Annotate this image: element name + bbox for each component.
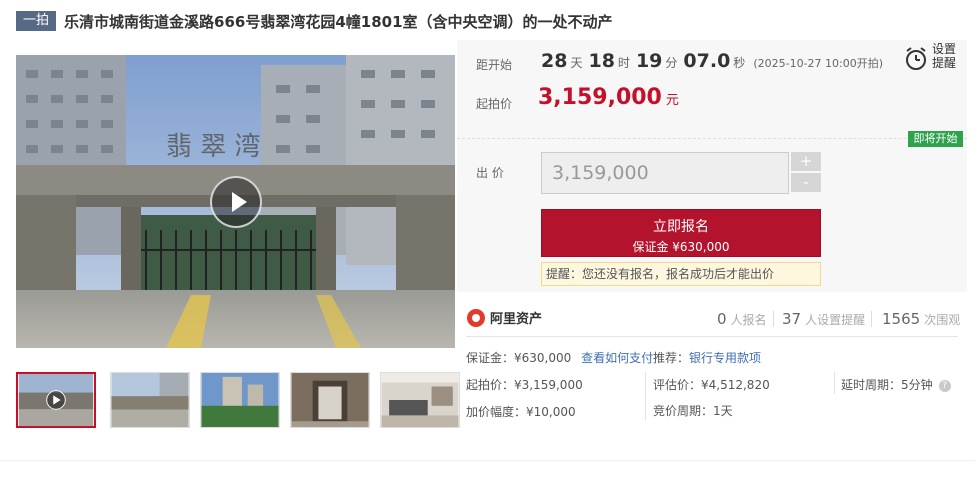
thumbnail-gate-image: [18, 374, 94, 426]
increment-info: 加价幅度：¥10,000: [466, 405, 576, 419]
page-title: 乐清市城南街道金溪路666号翡翠湾花园4幢1801室（含中央空调）的一处不动产: [64, 12, 613, 31]
registered-number: 0: [717, 310, 727, 328]
thumbnail-3[interactable]: [200, 372, 280, 428]
reminder-count: 37 人设置提醒: [782, 309, 865, 328]
set-reminder-label: 设置提醒: [932, 42, 957, 70]
stats-divider: [871, 311, 872, 327]
delay-period-info: 延时周期：5分钟?: [841, 376, 951, 393]
thumbnail-video[interactable]: [16, 372, 96, 428]
gate-sign-text: 翡 翠 湾: [166, 132, 261, 162]
bid-amount-input[interactable]: 3,159,000: [541, 152, 789, 194]
view-unit: 次围观: [924, 313, 961, 327]
countdown-timer: 28 天 18 时 19 分 07.0 秒 (2025-10-27 10:00开…: [541, 50, 883, 74]
recommend-info: 推荐：银行专用款项: [653, 349, 761, 366]
countdown-minutes-unit: 分: [665, 56, 678, 70]
view-number: 1565: [882, 310, 921, 328]
deposit-amount-label: 保证金 ¥630,000: [632, 240, 730, 254]
thumbnail-garden-image: [201, 373, 279, 427]
start-price-value: 3,159,000: [538, 85, 662, 110]
platform-logo: 阿里资产: [467, 308, 542, 327]
stats-divider: [773, 311, 774, 327]
details-divider: [645, 372, 646, 420]
start-price-info: 起拍价：¥3,159,000: [466, 378, 583, 392]
thumbnail-4[interactable]: [290, 372, 370, 428]
recommend-label: 推荐：: [653, 351, 690, 365]
bottom-divider: [0, 460, 975, 461]
countdown-hours: 18: [588, 50, 615, 72]
thumbnail-strip: [16, 372, 460, 428]
thumbnail-living-room-image: [381, 373, 459, 427]
how-to-pay-link[interactable]: 查看如何支付: [581, 351, 653, 365]
countdown-seconds-unit: 秒: [733, 56, 746, 70]
bid-cycle-info: 竞价周期：1天: [653, 404, 733, 418]
bank-account-link[interactable]: 银行专用款项: [689, 351, 761, 365]
increase-bid-button[interactable]: +: [791, 152, 821, 171]
deposit-text: 保证金：¥630,000: [466, 351, 572, 365]
view-count: 1565 次围观: [882, 309, 960, 328]
start-price-unit: 元: [665, 93, 679, 108]
status-badge: 即将开始: [908, 131, 963, 147]
countdown-seconds: 07.0: [683, 50, 731, 72]
stats-row: 阿里资产 0 人报名 37 人设置提醒 1565 次围观: [457, 303, 967, 333]
deposit-info: 保证金：¥630,000 查看如何支付: [466, 349, 653, 366]
thumbnail-2[interactable]: [110, 372, 190, 428]
registered-unit: 人报名: [730, 313, 767, 327]
countdown-hours-unit: 时: [617, 56, 630, 70]
stats-divider-line: [466, 336, 958, 337]
thumbnail-lobby-image: [291, 373, 369, 427]
title-row: 一拍 乐清市城南街道金溪路666号翡翠湾花园4幢1801室（含中央空调）的一处不…: [16, 10, 613, 32]
register-now-button[interactable]: 立即报名 保证金 ¥630,000: [541, 209, 821, 257]
auction-panel: 距开始 28 天 18 时 19 分 07.0 秒 (2025-10-27 10…: [457, 40, 967, 292]
countdown-minutes: 19: [635, 50, 663, 72]
details-divider: [834, 372, 835, 394]
main-property-image[interactable]: 翡 翠 湾: [16, 55, 455, 348]
registration-tip: 提醒：您还没有报名，报名成功后才能出价: [541, 262, 821, 286]
registered-count: 0 人报名: [717, 309, 767, 328]
countdown-days-unit: 天: [570, 56, 583, 70]
countdown-label: 距开始: [476, 58, 513, 72]
set-reminder-button[interactable]: 设置提醒: [904, 42, 964, 78]
platform-name: 阿里资产: [490, 312, 543, 327]
play-video-button[interactable]: [210, 176, 262, 228]
ali-logo-icon: [467, 308, 485, 327]
bid-label: 出 价: [476, 166, 504, 180]
countdown-days: 28: [541, 50, 568, 72]
panel-divider: [457, 138, 967, 139]
register-now-label: 立即报名: [653, 219, 709, 235]
delay-period-text: 延时周期：5分钟: [841, 378, 933, 392]
auction-round-badge: 一拍: [16, 11, 57, 31]
decrease-bid-button[interactable]: -: [791, 173, 821, 192]
help-icon[interactable]: ?: [938, 379, 951, 392]
start-price-label: 起拍价: [476, 97, 513, 111]
alarm-clock-icon: [906, 47, 926, 70]
start-price: 3,159,000 元: [538, 85, 679, 110]
appraisal-info: 评估价：¥4,512,820: [653, 378, 770, 392]
thumbnail-5[interactable]: [380, 372, 460, 428]
reminder-number: 37: [782, 310, 802, 328]
thumbnail-entrance-image: [111, 373, 189, 427]
reminder-unit: 人设置提醒: [805, 313, 866, 327]
auction-start-time: (2025-10-27 10:00开拍): [753, 57, 884, 70]
